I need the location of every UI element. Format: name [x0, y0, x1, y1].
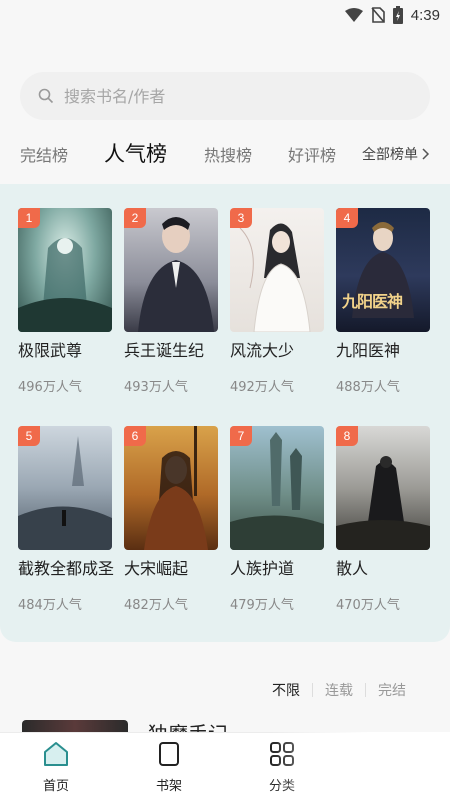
- tab-top-rated[interactable]: 好评榜: [288, 142, 336, 166]
- ranking-tabs: 完结榜 人气榜 热搜榜 好评榜 全部榜单: [0, 138, 450, 174]
- book-card[interactable]: 3 风流大少 492万人气: [230, 208, 326, 395]
- status-icons: 4:39: [344, 6, 440, 24]
- book-title[interactable]: 风流大少: [230, 340, 326, 362]
- home-icon: [44, 742, 68, 766]
- nav-bookshelf[interactable]: 书架: [139, 741, 199, 794]
- cover-title-art: 九阳医神: [342, 292, 403, 311]
- filter-ongoing[interactable]: 连载: [325, 680, 353, 700]
- nav-bookshelf-label: 书架: [155, 779, 182, 794]
- wifi-icon: [344, 8, 363, 22]
- status-filter: 不限 连载 完结: [272, 680, 406, 700]
- rank-badge: 8: [336, 426, 358, 446]
- book-title[interactable]: 散人: [336, 558, 432, 580]
- book-popularity: 470万人气: [336, 598, 400, 613]
- rank-badge: 3: [230, 208, 252, 228]
- book-title[interactable]: 九阳医神: [336, 340, 432, 362]
- book-card[interactable]: 5 截教全都成圣 484万人气: [18, 426, 114, 613]
- book-title-peek[interactable]: 独魔手记: [148, 718, 228, 732]
- book-cover[interactable]: 3: [230, 208, 324, 332]
- ranking-panel: 1 极限武尊 496万人气 2 兵王诞生纪 493万人气 3 风流大少 492万…: [0, 184, 450, 642]
- watermark-fade: [270, 732, 450, 800]
- book-card[interactable]: 2 兵王诞生纪 493万人气: [124, 208, 220, 395]
- book-title[interactable]: 人族护道: [230, 558, 326, 580]
- book-popularity: 488万人气: [336, 380, 400, 395]
- nav-home-label: 首页: [42, 779, 69, 794]
- rank-badge: 2: [124, 208, 146, 228]
- rank-badge: 1: [18, 208, 40, 228]
- search-input[interactable]: [64, 86, 394, 106]
- all-lists-link[interactable]: 全部榜单: [362, 144, 430, 164]
- book-title[interactable]: 极限武尊: [18, 340, 114, 362]
- rank-badge: 5: [18, 426, 40, 446]
- book-cover[interactable]: 2: [124, 208, 218, 332]
- tab-popular[interactable]: 人气榜: [104, 138, 167, 168]
- rank-badge: 7: [230, 426, 252, 446]
- nav-home[interactable]: 首页: [26, 741, 86, 794]
- book-cover[interactable]: 九阳医神 4: [336, 208, 430, 332]
- divider: [312, 683, 313, 697]
- book-title[interactable]: 兵王诞生纪: [124, 340, 220, 362]
- filter-all[interactable]: 不限: [272, 680, 300, 700]
- book-card[interactable]: 7 人族护道 479万人气: [230, 426, 326, 613]
- search-icon: [38, 88, 54, 104]
- book-popularity: 496万人气: [18, 380, 82, 395]
- battery-charging-icon: [392, 6, 403, 24]
- tab-completed[interactable]: 完结榜: [20, 142, 68, 166]
- no-sim-icon: [371, 7, 385, 23]
- book-popularity: 479万人气: [230, 598, 294, 613]
- all-lists-label: 全部榜单: [362, 147, 418, 163]
- bookshelf-icon: [159, 742, 179, 766]
- book-card[interactable]: 1 极限武尊 496万人气: [18, 208, 114, 395]
- book-popularity: 493万人气: [124, 380, 188, 395]
- book-title[interactable]: 截教全都成圣: [18, 558, 114, 580]
- status-bar: 4:39: [0, 0, 450, 32]
- book-card[interactable]: 8 散人 470万人气: [336, 426, 432, 613]
- book-popularity: 482万人气: [124, 598, 188, 613]
- search-bar[interactable]: [20, 72, 430, 120]
- book-popularity: 492万人气: [230, 380, 294, 395]
- status-time: 4:39: [410, 6, 440, 24]
- book-card[interactable]: 九阳医神 4 九阳医神 488万人气: [336, 208, 432, 395]
- filter-completed[interactable]: 完结: [378, 680, 406, 700]
- book-card[interactable]: 6 大宋崛起 482万人气: [124, 426, 220, 613]
- tab-hot-search[interactable]: 热搜榜: [204, 142, 252, 166]
- book-popularity: 484万人气: [18, 598, 82, 613]
- rank-badge: 6: [124, 426, 146, 446]
- book-cover[interactable]: 7: [230, 426, 324, 550]
- rank-badge: 4: [336, 208, 358, 228]
- chevron-right-icon: [422, 148, 430, 160]
- book-cover[interactable]: 6: [124, 426, 218, 550]
- divider: [365, 683, 366, 697]
- book-cover[interactable]: 8: [336, 426, 430, 550]
- book-cover[interactable]: 1: [18, 208, 112, 332]
- book-title[interactable]: 大宋崛起: [124, 558, 220, 580]
- book-cover[interactable]: 5: [18, 426, 112, 550]
